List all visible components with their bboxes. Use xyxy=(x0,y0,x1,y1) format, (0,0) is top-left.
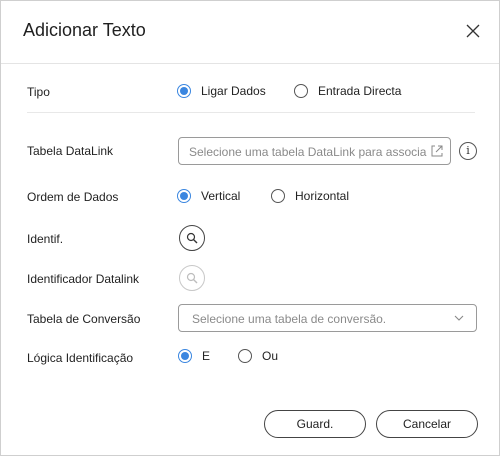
identificador-datalink-search-button[interactable] xyxy=(179,265,205,291)
tabela-datalink-label: Tabela DataLink xyxy=(27,144,114,158)
radio-vertical[interactable]: Vertical xyxy=(177,189,240,203)
radio-label: E xyxy=(202,349,211,363)
identif-label: Identif. xyxy=(27,232,64,246)
save-button[interactable]: Guard. xyxy=(264,410,366,438)
radio-label: Horizontal xyxy=(295,189,350,203)
ordem-dados-label: Ordem de Dados xyxy=(27,190,119,204)
chevron-down-icon xyxy=(454,315,464,321)
identif-search-button[interactable] xyxy=(179,225,205,251)
dialog-title: Adicionar Texto xyxy=(23,20,146,40)
cancel-button[interactable]: Cancelar xyxy=(376,410,478,438)
radio-dot xyxy=(271,189,285,203)
radio-dot xyxy=(178,349,192,363)
radio-label: Entrada Directa xyxy=(318,84,402,98)
info-icon[interactable]: i xyxy=(459,142,477,160)
radio-dot xyxy=(238,349,252,363)
close-icon xyxy=(466,24,480,38)
radio-entrada-directa[interactable]: Entrada Directa xyxy=(294,84,401,98)
external-link-icon[interactable] xyxy=(430,144,444,158)
add-text-dialog: Adicionar Texto Tipo Ligar Dados Entrada… xyxy=(0,0,500,456)
search-icon xyxy=(186,272,198,284)
tipo-label: Tipo xyxy=(27,85,50,99)
dialog-header: Adicionar Texto xyxy=(1,1,499,64)
datalink-table-placeholder: Selecione uma tabela DataLink para assoc… xyxy=(189,145,427,159)
search-icon xyxy=(186,232,198,244)
logica-label: Lógica Identificação xyxy=(27,351,134,365)
radio-label: Vertical xyxy=(201,189,241,203)
radio-dot xyxy=(177,84,191,98)
datalink-table-input[interactable]: Selecione uma tabela DataLink para assoc… xyxy=(178,137,451,165)
divider xyxy=(27,112,475,113)
conversion-table-placeholder: Selecione uma tabela de conversão. xyxy=(192,312,387,326)
close-button[interactable] xyxy=(465,23,481,39)
radio-e[interactable]: E xyxy=(178,349,210,363)
radio-horizontal[interactable]: Horizontal xyxy=(271,189,349,203)
radio-dot xyxy=(177,189,191,203)
radio-dot xyxy=(294,84,308,98)
tabela-conversao-label: Tabela de Conversão xyxy=(27,312,141,326)
radio-ou[interactable]: Ou xyxy=(238,349,278,363)
conversion-table-select[interactable]: Selecione uma tabela de conversão. xyxy=(178,304,477,332)
radio-ligar-dados[interactable]: Ligar Dados xyxy=(177,84,266,98)
radio-label: Ligar Dados xyxy=(201,84,266,98)
radio-label: Ou xyxy=(262,349,279,363)
identificador-datalink-label: Identificador Datalink xyxy=(27,272,140,286)
